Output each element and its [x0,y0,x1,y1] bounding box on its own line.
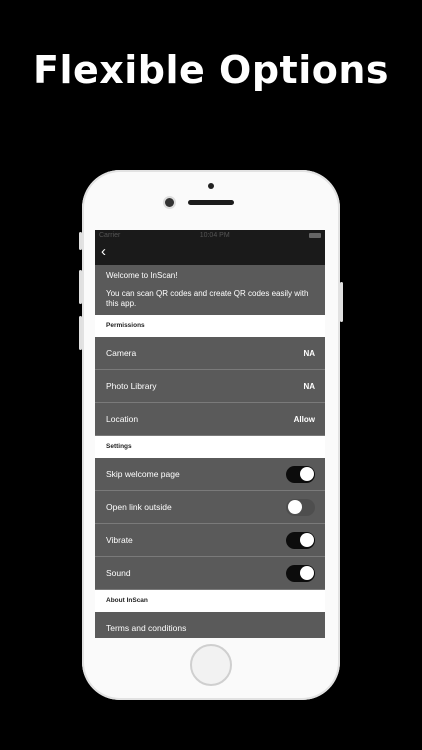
setting-label: Vibrate [106,535,133,545]
permission-value: NA [303,381,315,391]
earpiece-speaker [188,200,234,205]
toggle-knob [299,533,314,547]
app-screen: Carrier 10:04 PM ‹ Welcome to InScan! Yo… [95,230,325,638]
home-button[interactable] [190,644,232,686]
permission-value: Allow [293,414,315,424]
phone-frame: Carrier 10:04 PM ‹ Welcome to InScan! Yo… [79,170,343,700]
permission-value: NA [303,348,315,358]
toggle-knob [299,566,314,580]
about-label: Terms and conditions [106,623,187,633]
open-link-outside-toggle[interactable] [286,498,315,516]
toggle-knob [299,467,314,481]
mute-switch [79,232,82,250]
welcome-panel: Welcome to InScan! You can scan QR codes… [95,265,325,315]
setting-label: Open link outside [106,502,172,512]
permission-label: Camera [106,348,137,358]
welcome-title: Welcome to InScan! [106,271,178,280]
proximity-sensor [208,183,214,189]
settings-header: Settings [95,436,325,458]
setting-label: Sound [106,568,131,578]
front-camera [165,198,174,207]
setting-row-open-link-outside: Open link outside [95,491,325,524]
setting-row-skip-welcome: Skip welcome page [95,458,325,491]
setting-label: Skip welcome page [106,469,180,479]
volume-down-button [79,316,82,350]
permission-row-location[interactable]: Location Allow [95,403,325,436]
setting-row-vibrate: Vibrate [95,524,325,557]
clock: 10:04 PM [199,231,230,239]
carrier-label: Carrier [99,231,121,239]
volume-up-button [79,270,82,304]
power-button [340,282,343,322]
about-header: About InScan [95,590,325,612]
setting-row-sound: Sound [95,557,325,590]
permission-label: Photo Library [106,381,157,391]
chevron-left-icon[interactable]: ‹ [101,244,106,259]
permission-row-camera[interactable]: Camera NA [95,337,325,370]
skip-welcome-toggle[interactable] [286,465,315,483]
permissions-header: Permissions [95,315,325,337]
permission-label: Location [106,414,139,424]
welcome-body: You can scan QR codes and create QR code… [106,289,309,308]
status-bar: Carrier 10:04 PM [95,230,325,240]
vibrate-toggle[interactable] [286,531,315,549]
toggle-knob [287,500,302,514]
sound-toggle[interactable] [286,564,315,582]
headline: Flexible Options [33,48,389,92]
permission-row-photo-library[interactable]: Photo Library NA [95,370,325,403]
nav-bar: ‹ [95,240,325,265]
battery-icon [308,232,321,238]
about-row-terms[interactable]: Terms and conditions [95,612,325,638]
